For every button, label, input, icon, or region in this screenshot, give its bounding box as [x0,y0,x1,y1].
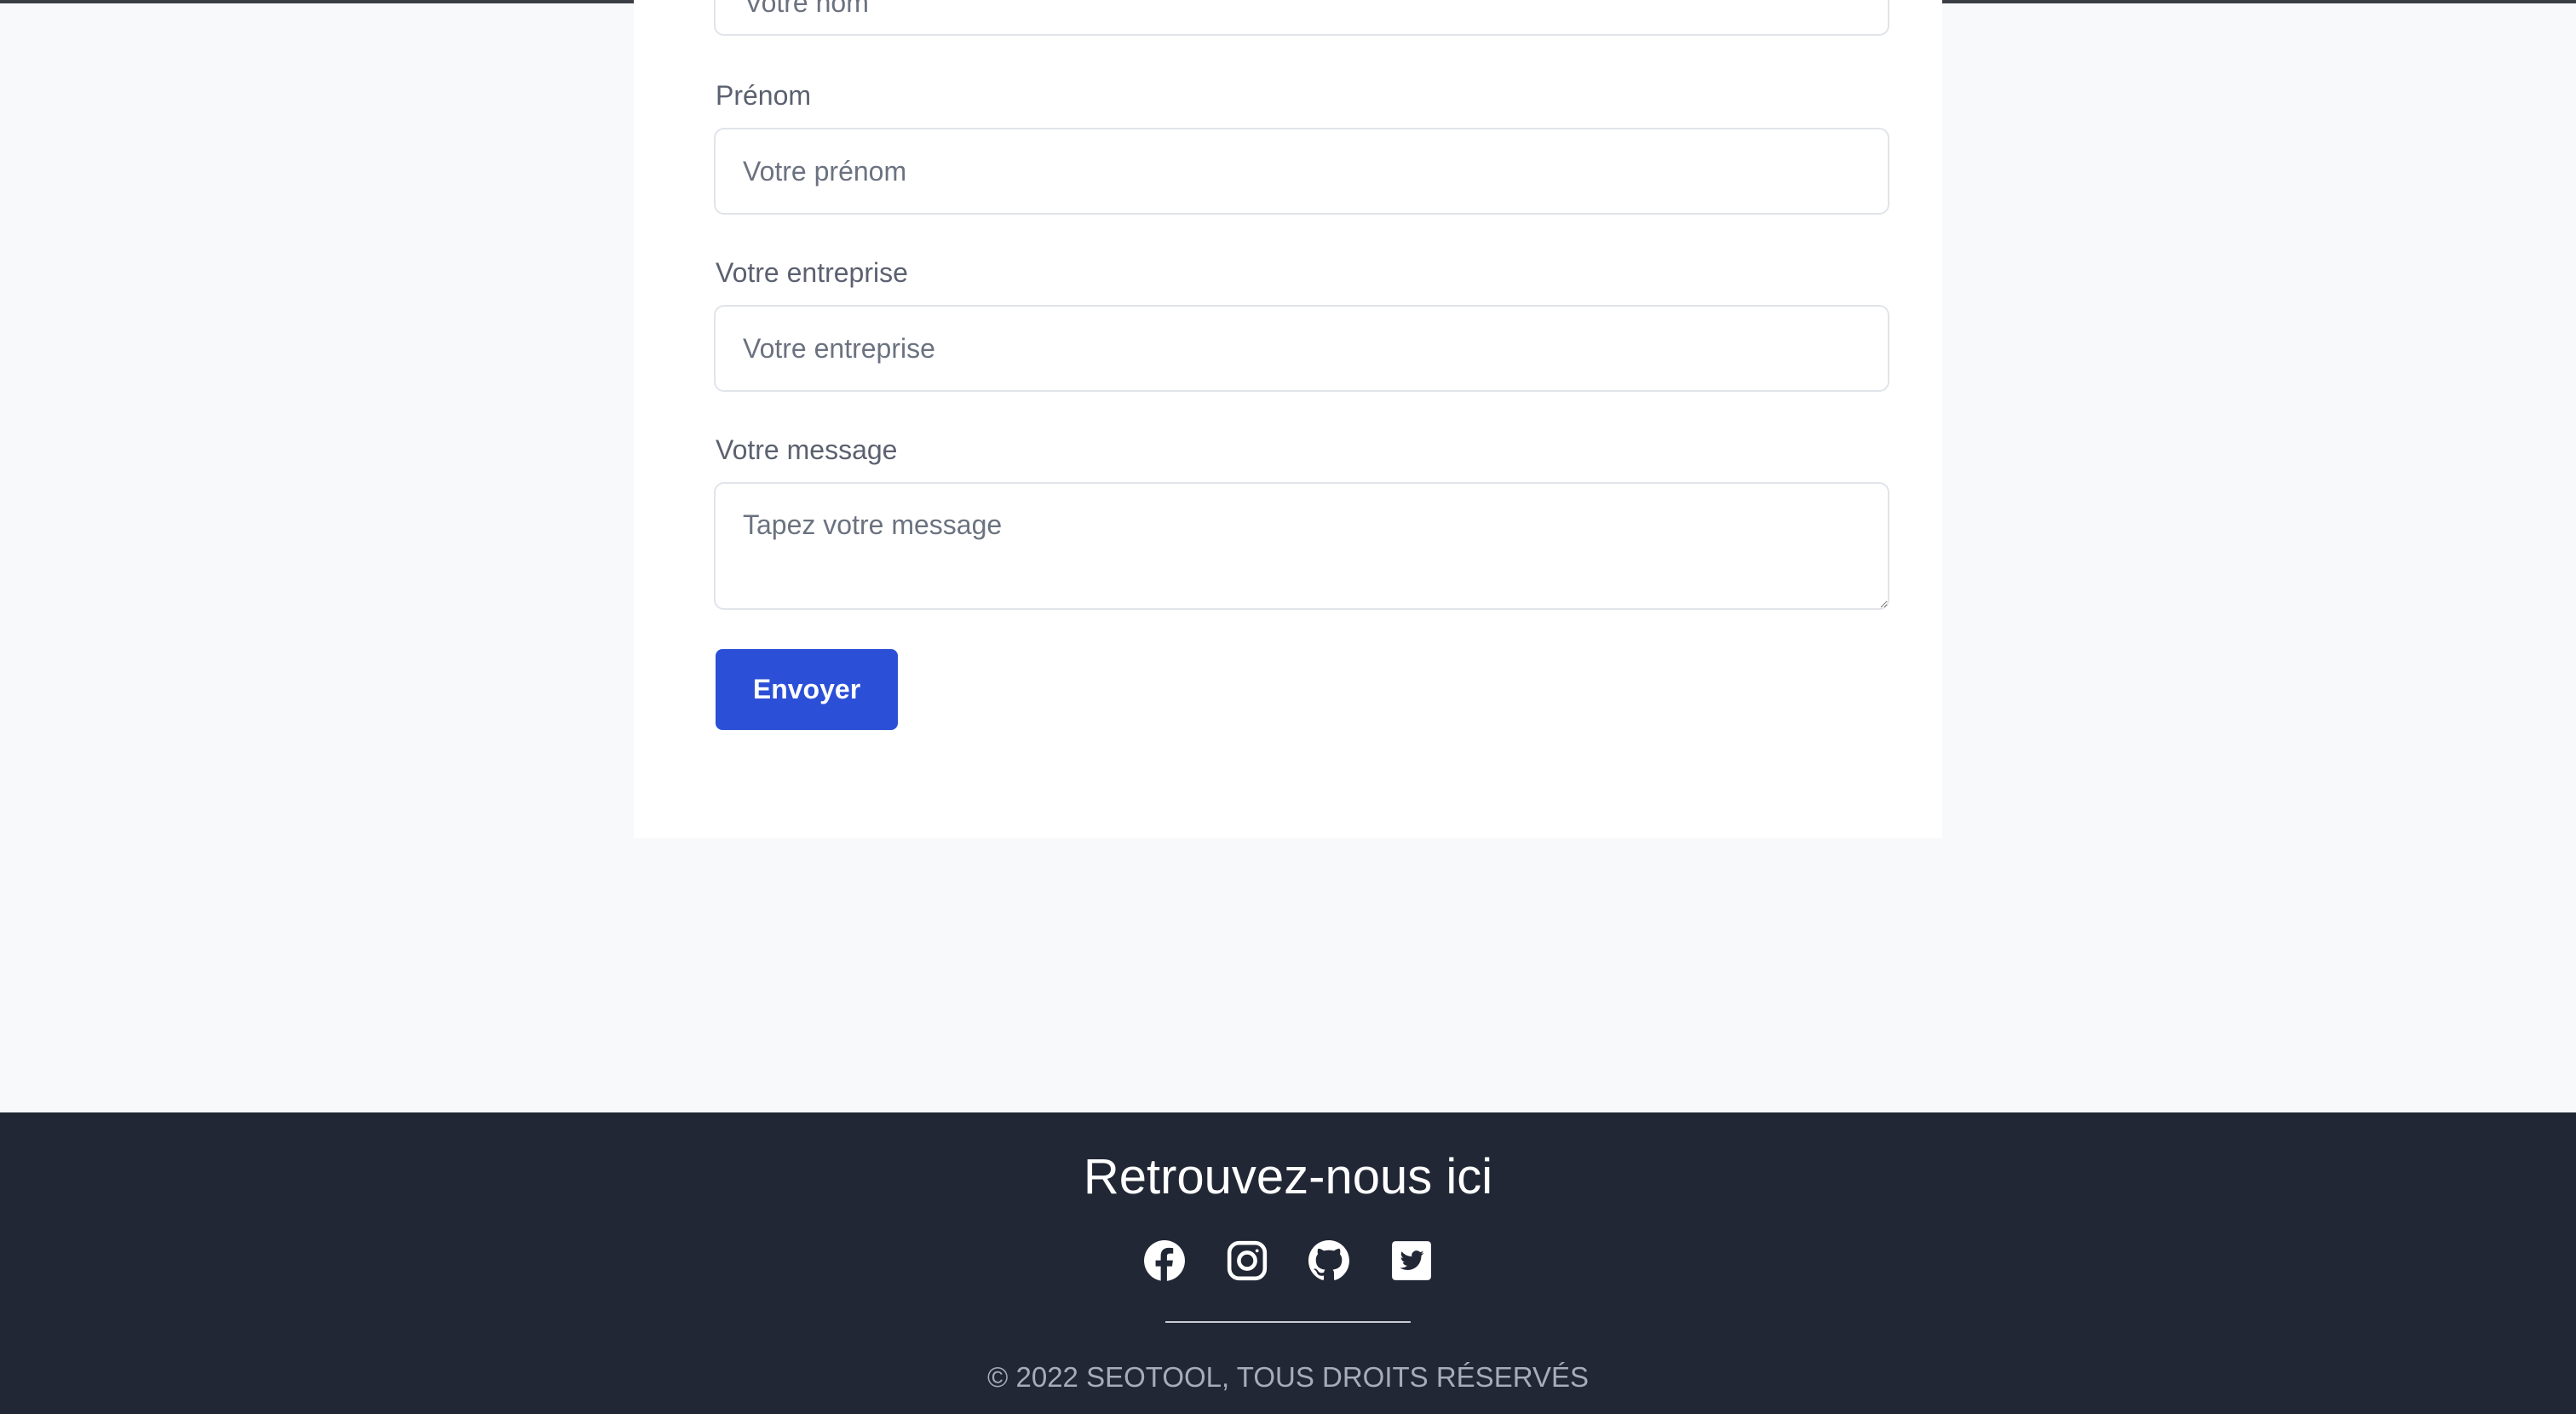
instagram-link[interactable] [1224,1238,1270,1284]
instagram-icon [1227,1240,1267,1281]
facebook-icon [1144,1240,1185,1282]
twitter-link[interactable] [1389,1238,1435,1284]
footer-divider [1165,1321,1411,1323]
prenom-field[interactable] [714,128,1889,215]
submit-button[interactable]: Envoyer [716,649,898,730]
prenom-label: Prénom [716,80,812,111]
github-icon [1308,1240,1350,1280]
copyright-text: © 2022 SEOTOOL, TOUS DROITS RÉSERVÉS [987,1361,1589,1393]
entreprise-field[interactable] [714,305,1889,392]
nom-field[interactable]: Votre nom [714,0,1889,36]
social-links [1141,1237,1435,1285]
message-textarea[interactable] [714,482,1889,610]
entreprise-label: Votre entreprise [716,257,908,288]
footer-title: Retrouvez-nous ici [1083,1149,1493,1204]
twitter-icon [1392,1241,1431,1280]
message-label: Votre message [716,434,898,465]
page: Votre nom Prénom Votre entreprise Votre … [0,0,2576,1414]
facebook-link[interactable] [1141,1238,1187,1284]
nom-field-placeholder: Votre nom [745,0,869,18]
github-link[interactable] [1306,1238,1352,1284]
footer: Retrouvez-nous ici © 2022 SEOTOOL, TOUS … [0,1112,2576,1414]
